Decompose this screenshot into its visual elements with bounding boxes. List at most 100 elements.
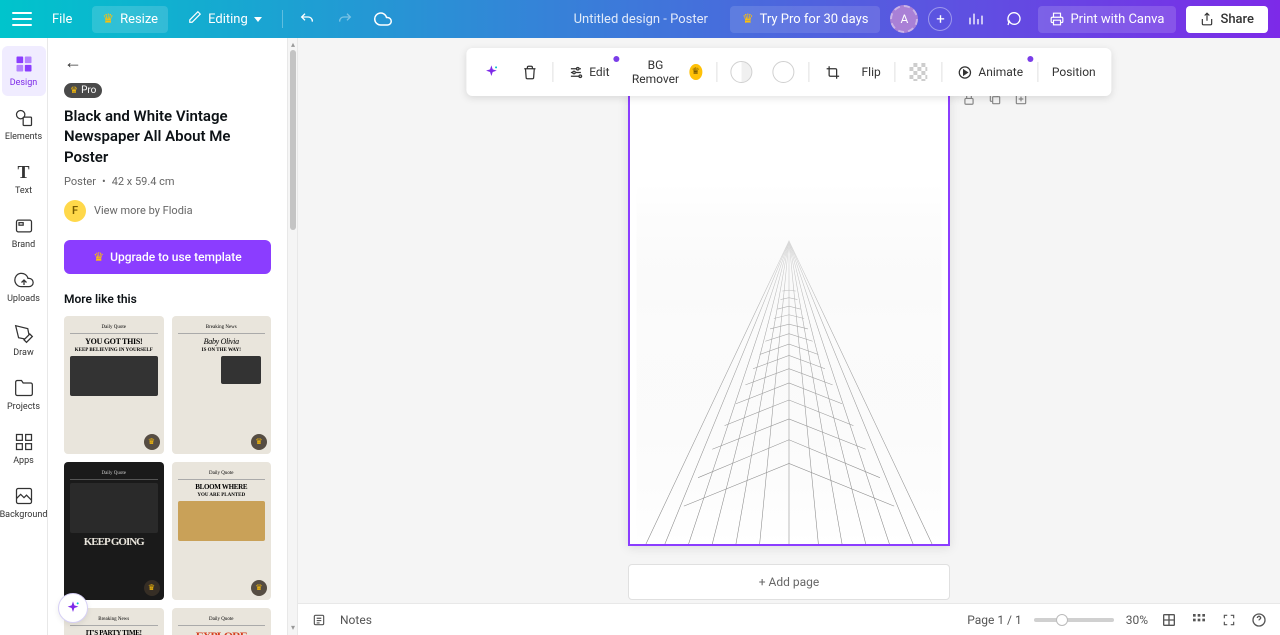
bg-remover-button[interactable]: BG Remover ♛	[622, 53, 710, 91]
back-button[interactable]: ←	[64, 52, 271, 73]
scroll-thumb[interactable]	[290, 50, 296, 230]
divider	[1037, 62, 1038, 82]
ai-assist-button[interactable]	[58, 593, 88, 623]
add-page-button[interactable]: + Add page	[628, 564, 950, 600]
more-like-heading: More like this	[64, 292, 271, 306]
print-button[interactable]: Print with Canva	[1038, 6, 1176, 33]
rail-label: Design	[10, 78, 38, 88]
cloud-sync-icon[interactable]	[369, 5, 397, 33]
file-menu[interactable]: File	[42, 6, 82, 33]
rail-projects[interactable]: Projects	[2, 370, 46, 420]
canvas-viewport[interactable]: + Add page	[298, 38, 1280, 603]
color-picker-button-2[interactable]	[765, 56, 803, 88]
grid-view-button[interactable]	[1160, 611, 1178, 629]
sparkle-icon	[482, 63, 500, 81]
rail-label: Uploads	[7, 294, 40, 304]
insights-button[interactable]	[962, 5, 990, 33]
editing-mode-button[interactable]: Editing	[178, 4, 272, 34]
crown-icon: ♛	[742, 12, 754, 27]
design-title[interactable]: Untitled design - Poster	[574, 12, 708, 27]
canvas-area: Edit BG Remover ♛ Flip Animate	[298, 38, 1280, 635]
rail-background[interactable]: Background	[2, 478, 46, 528]
rail-label: Projects	[7, 402, 40, 412]
upgrade-label: Upgrade to use template	[110, 250, 242, 264]
delete-button[interactable]	[512, 58, 546, 86]
template-thumb[interactable]: Breaking News Baby Olivia IS ON THE WAY!…	[172, 316, 272, 454]
fullscreen-button[interactable]	[1220, 611, 1238, 629]
rail-label: Brand	[12, 240, 35, 250]
zoom-handle[interactable]	[1056, 614, 1068, 626]
position-button[interactable]: Position	[1044, 60, 1104, 84]
rail-label: Elements	[5, 132, 42, 142]
topbar-center: Untitled design - Poster	[407, 12, 720, 27]
divider	[282, 10, 283, 28]
resize-button[interactable]: ♛ Resize	[92, 6, 168, 33]
template-thumb[interactable]: Daily Quote EXPLORE	[172, 608, 272, 635]
rail-apps[interactable]: Apps	[2, 424, 46, 474]
thumb-headline: Baby Olivia	[178, 338, 266, 346]
template-thumbs: Daily Quote YOU GOT THIS! KEEP BELIEVING…	[64, 316, 271, 635]
thumbnail-view-button[interactable]	[1190, 611, 1208, 629]
add-member-button[interactable]: +	[928, 7, 952, 31]
pro-crown-icon: ♛	[689, 64, 702, 80]
projects-icon	[14, 378, 34, 398]
crop-button[interactable]	[816, 58, 850, 86]
thumb-subhead: IS ON THE WAY!	[178, 348, 266, 353]
rail-elements[interactable]: Elements	[2, 100, 46, 150]
share-button[interactable]: Share	[1186, 6, 1268, 33]
template-thumb[interactable]: Daily Quote KEEP GOING ♛	[64, 462, 164, 600]
rail-label: Apps	[13, 456, 34, 466]
undo-button[interactable]	[293, 5, 321, 33]
thumb-headline: EXPLORE	[178, 630, 266, 635]
thumb-image	[70, 356, 158, 396]
bottom-bar: Notes Page 1 / 1 30%	[298, 603, 1280, 635]
notification-dot	[1027, 56, 1033, 62]
transparency-button[interactable]	[902, 58, 936, 86]
template-thumb[interactable]: Daily Quote BLOOM WHERE YOU ARE PLANTED …	[172, 462, 272, 600]
color-picker-button[interactable]	[723, 56, 761, 88]
byline-text: View more by Flodia	[94, 204, 193, 217]
template-title: Black and White Vintage Newspaper All Ab…	[64, 106, 271, 167]
rail-draw[interactable]: Draw	[2, 316, 46, 366]
magic-button[interactable]	[474, 58, 508, 86]
comments-button[interactable]	[1000, 5, 1028, 33]
help-button[interactable]	[1250, 611, 1268, 629]
share-label: Share	[1220, 12, 1254, 27]
animate-button[interactable]: Animate	[948, 58, 1031, 86]
rail-uploads[interactable]: Uploads	[2, 262, 46, 312]
zoom-slider[interactable]	[1034, 618, 1114, 622]
color-swatch-icon	[773, 61, 795, 83]
user-avatar[interactable]: A	[890, 5, 918, 33]
thumb-subhead: YOU ARE PLANTED	[178, 493, 266, 498]
thumb-headline: YOU GOT THIS!	[70, 338, 158, 346]
divider	[716, 62, 717, 82]
rail-brand[interactable]: Brand	[2, 208, 46, 258]
rail-text[interactable]: T Text	[2, 154, 46, 204]
page-indicator[interactable]: Page 1 / 1	[967, 613, 1022, 627]
notes-button[interactable]: Notes	[340, 613, 372, 627]
thumb-masthead: Daily Quote	[70, 468, 158, 480]
template-meta: Poster • 42 x 59.4 cm	[64, 175, 271, 188]
main-menu-button[interactable]	[12, 12, 32, 26]
author-byline[interactable]: F View more by Flodia	[64, 200, 271, 222]
poster-canvas[interactable]	[628, 92, 950, 546]
pro-crown-icon: ♛	[144, 580, 160, 596]
redo-button[interactable]	[331, 5, 359, 33]
panel-scrollbar[interactable]: ▴ ▾	[288, 38, 298, 635]
edit-label: Edit	[589, 65, 609, 79]
try-pro-button[interactable]: ♛ Try Pro for 30 days	[730, 6, 881, 33]
pencil-icon	[188, 10, 202, 28]
rail-label: Background	[0, 510, 47, 520]
template-thumb[interactable]: Daily Quote YOU GOT THIS! KEEP BELIEVING…	[64, 316, 164, 454]
resize-label: Resize	[120, 12, 158, 27]
meta-dot: •	[102, 175, 106, 188]
upgrade-button[interactable]: ♛ Upgrade to use template	[64, 240, 271, 274]
rail-design[interactable]: Design	[2, 46, 46, 96]
thumb-masthead: Daily Quote	[178, 614, 266, 626]
divider	[552, 62, 553, 82]
main-area: Design Elements T Text Brand Uploads Dra…	[0, 38, 1280, 635]
edit-image-button[interactable]: Edit	[559, 58, 617, 86]
zoom-level[interactable]: 30%	[1126, 613, 1148, 627]
flip-button[interactable]: Flip	[854, 60, 889, 84]
thumb-subhead: KEEP BELIEVING IN YOURSELF	[70, 348, 158, 353]
